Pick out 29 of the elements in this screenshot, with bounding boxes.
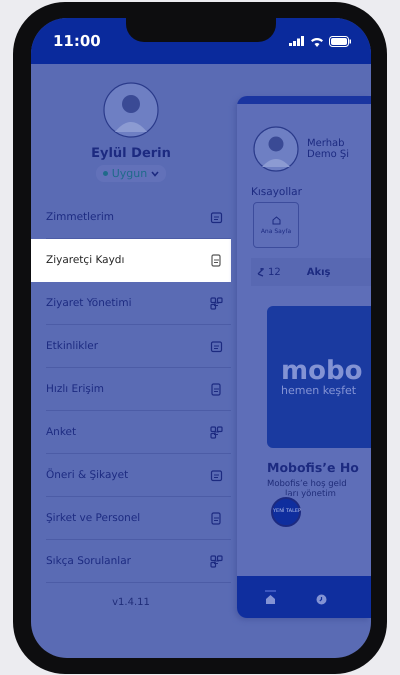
chevron-down-icon (151, 170, 160, 176)
battery-icon (329, 36, 351, 46)
feed-tab[interactable]: Akış (306, 264, 331, 280)
menu-item[interactable]: Etkinlikler (46, 325, 231, 368)
greeting-text: Merhab (307, 138, 346, 149)
menu-item[interactable]: Anket (46, 411, 231, 454)
menu-item[interactable]: Hızlı Erişim (46, 368, 231, 411)
menu-item[interactable]: Şirket ve Personel (46, 497, 231, 540)
user-avatar (253, 126, 299, 172)
menu-item[interactable]: Ziyaret Yönetimi (46, 282, 231, 325)
wifi-icon (310, 36, 324, 46)
feed-tab[interactable]: 12 (257, 264, 281, 280)
article-text: Mobofis’e hoş geld (267, 479, 348, 489)
company-name: Demo Şi (307, 149, 350, 160)
user-name: Eylül Derin (91, 146, 171, 161)
status-time: 11:00 (53, 32, 101, 50)
status-dropdown[interactable]: Uygun (96, 165, 166, 182)
menu-item[interactable]: Sıkça Sorulanlar (46, 540, 231, 583)
home-icon (272, 216, 280, 224)
clock-icon[interactable] (316, 594, 327, 604)
signal-icon (289, 36, 305, 46)
menu-item[interactable]: Ziyaretçi Kaydı (31, 239, 231, 282)
article-title: Mobofis’e Ho (266, 459, 360, 475)
user-avatar (103, 82, 159, 138)
home-icon[interactable] (265, 594, 276, 604)
menu-item[interactable]: Öneri & Şikayet (46, 454, 231, 497)
app-version: v1.4.11 (112, 597, 150, 608)
promo-banner: mobo hemen keşfet (267, 306, 371, 448)
shortcuts-title: Kısayollar (250, 185, 303, 200)
